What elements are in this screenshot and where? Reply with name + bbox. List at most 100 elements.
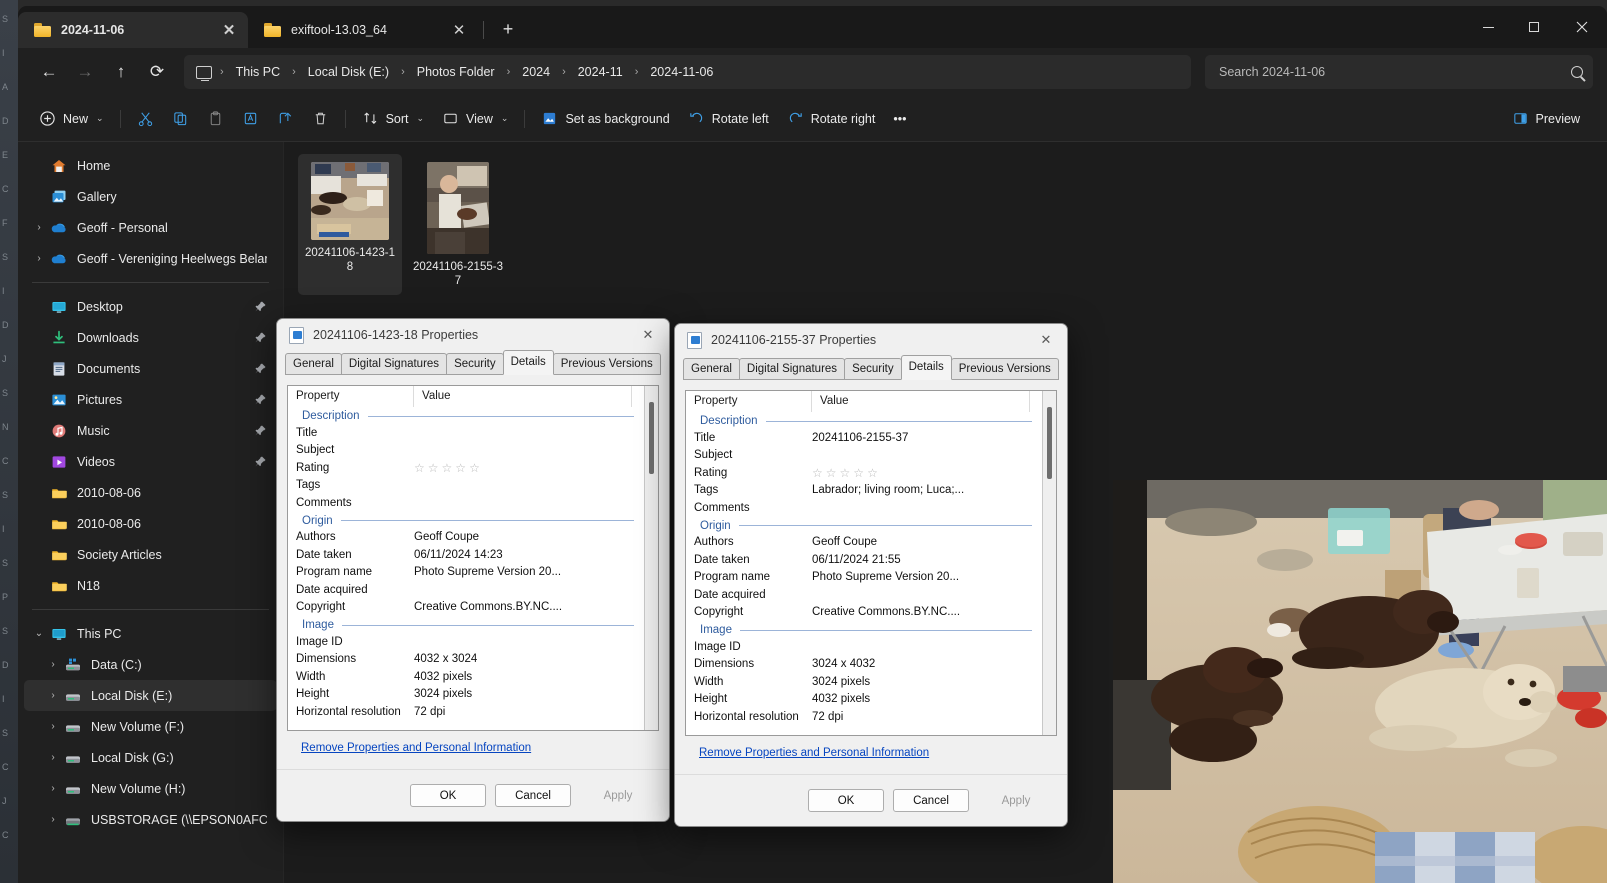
desktop-shortcut[interactable]: P xyxy=(2,592,16,602)
sidebar-item-geoff-personal[interactable]: › Geoff - Personal xyxy=(24,212,277,243)
apply-button[interactable]: Apply xyxy=(580,784,656,807)
sort-button[interactable]: Sort ⌄ xyxy=(353,103,433,135)
pin-icon[interactable] xyxy=(254,455,267,468)
pin-icon[interactable] xyxy=(254,362,267,375)
chevron-right-icon[interactable]: › xyxy=(44,752,62,763)
property-value[interactable]: 3024 x 4032 xyxy=(812,658,1042,670)
property-value[interactable]: Creative Commons.BY.NC.... xyxy=(812,606,1042,618)
property-row[interactable]: Height 3024 pixels xyxy=(288,686,644,704)
property-row[interactable]: Program name Photo Supreme Version 20... xyxy=(686,569,1042,587)
sidebar-item-usbstorage-epson0afc85-x[interactable]: › USBSTORAGE (\\EPSON0AFC85) (X:) xyxy=(24,804,277,835)
dialog-tab-security[interactable]: Security xyxy=(844,357,902,380)
property-list[interactable]: Property Value Description Title Subject… xyxy=(287,385,659,731)
up-button[interactable]: ↑ xyxy=(104,55,138,89)
desktop-shortcut[interactable]: D xyxy=(2,320,16,330)
property-value[interactable]: 4032 pixels xyxy=(812,693,1042,705)
desktop-shortcut[interactable]: D xyxy=(2,660,16,670)
property-row[interactable]: Width 3024 pixels xyxy=(686,673,1042,691)
property-row[interactable]: Comments xyxy=(288,494,644,512)
property-value[interactable]: ☆ ☆ ☆ ☆ ☆ xyxy=(414,462,644,474)
property-row[interactable]: Image ID xyxy=(686,638,1042,656)
desktop-shortcut[interactable]: D xyxy=(2,116,16,126)
chevron-right-icon[interactable]: › xyxy=(44,783,62,794)
desktop-shortcut[interactable]: C xyxy=(2,456,16,466)
star-icon[interactable]: ☆ xyxy=(414,462,425,474)
cancel-button[interactable]: Cancel xyxy=(893,789,969,812)
property-row[interactable]: Horizontal resolution 72 dpi xyxy=(288,703,644,721)
explorer-tab-2[interactable]: exiftool-13.03_64 ✕ xyxy=(248,12,478,48)
apply-button[interactable]: Apply xyxy=(978,789,1054,812)
cancel-button[interactable]: Cancel xyxy=(495,784,571,807)
desktop-shortcut[interactable]: C xyxy=(2,830,16,840)
star-icon[interactable]: ☆ xyxy=(826,467,837,479)
more-options-button[interactable]: ••• xyxy=(884,103,915,135)
desktop-shortcut[interactable]: C xyxy=(2,184,16,194)
dialog-tab-details[interactable]: Details xyxy=(900,354,952,380)
file-item-0[interactable]: 20241106-1423-18 xyxy=(298,154,402,295)
star-icon[interactable]: ☆ xyxy=(840,467,851,479)
sidebar-item-documents[interactable]: Documents xyxy=(24,353,277,384)
forward-button[interactable]: → xyxy=(68,55,102,89)
maximize-button[interactable] xyxy=(1511,6,1557,48)
chevron-right-icon[interactable]: › xyxy=(30,222,48,233)
property-row[interactable]: Copyright Creative Commons.BY.NC.... xyxy=(288,599,644,617)
property-value[interactable]: Labrador; living room; Luca;... xyxy=(812,484,1042,496)
sidebar-item-music[interactable]: Music xyxy=(24,415,277,446)
dialog-tab-general[interactable]: General xyxy=(285,352,342,375)
scrollbar-thumb[interactable] xyxy=(649,402,654,474)
property-row[interactable]: Comments xyxy=(686,499,1042,517)
new-tab-button[interactable]: + xyxy=(493,14,523,44)
property-row[interactable]: Date acquired xyxy=(686,586,1042,604)
property-value[interactable]: Photo Supreme Version 20... xyxy=(812,571,1042,583)
desktop-shortcut[interactable]: J xyxy=(2,796,16,806)
desktop-shortcut[interactable]: C xyxy=(2,762,16,772)
sidebar-item-n18[interactable]: N18 xyxy=(24,570,277,601)
property-row[interactable]: Horizontal resolution 72 dpi xyxy=(686,708,1042,726)
scrollbar-thumb[interactable] xyxy=(1047,407,1052,479)
star-icon[interactable]: ☆ xyxy=(428,462,439,474)
chevron-right-icon[interactable]: › xyxy=(44,659,62,670)
desktop-shortcut[interactable]: I xyxy=(2,48,16,58)
breadcrumb-item-3[interactable]: 2024 xyxy=(514,61,558,83)
remove-properties-link[interactable]: Remove Properties and Personal Informati… xyxy=(699,747,929,759)
sidebar-item-desktop[interactable]: Desktop xyxy=(24,291,277,322)
desktop-shortcut[interactable]: I xyxy=(2,694,16,704)
dialog-tab-security[interactable]: Security xyxy=(446,352,504,375)
property-row[interactable]: Title 20241106-2155-37 xyxy=(686,429,1042,447)
desktop-shortcut[interactable]: J xyxy=(2,354,16,364)
star-icon[interactable]: ☆ xyxy=(442,462,453,474)
breadcrumb-item-0[interactable]: This PC xyxy=(228,61,288,83)
property-row[interactable]: Dimensions 4032 x 3024 xyxy=(288,651,644,669)
sidebar-item-2010-08-06[interactable]: 2010-08-06 xyxy=(24,508,277,539)
dialog-tab-digital-signatures[interactable]: Digital Signatures xyxy=(340,352,448,375)
property-value[interactable]: 20241106-2155-37 xyxy=(812,432,1042,444)
breadcrumb[interactable]: › This PC › Local Disk (E:) › Photos Fol… xyxy=(184,55,1191,89)
pin-icon[interactable] xyxy=(254,424,267,437)
dialog-tab-details[interactable]: Details xyxy=(502,349,554,375)
dialog-close-button[interactable]: ✕ xyxy=(1029,325,1063,355)
breadcrumb-item-5[interactable]: 2024-11-06 xyxy=(642,61,721,83)
properties-dialog-1[interactable]: 20241106-1423-18 Properties ✕ General Dig… xyxy=(276,318,670,822)
refresh-button[interactable]: ⟳ xyxy=(140,55,174,89)
star-icon[interactable]: ☆ xyxy=(867,467,878,479)
sidebar-item-downloads[interactable]: Downloads xyxy=(24,322,277,353)
ok-button[interactable]: OK xyxy=(410,784,486,807)
sidebar-item-local-disk-e[interactable]: › Local Disk (E:) xyxy=(24,680,277,711)
property-row[interactable]: Date taken 06/11/2024 21:55 xyxy=(686,551,1042,569)
star-icon[interactable]: ☆ xyxy=(812,467,823,479)
dialog-title-bar[interactable]: 20241106-1423-18 Properties ✕ xyxy=(277,319,669,351)
rename-button[interactable] xyxy=(233,103,268,135)
desktop-shortcut[interactable]: S xyxy=(2,558,16,568)
close-window-button[interactable] xyxy=(1557,6,1607,48)
copy-button[interactable] xyxy=(163,103,198,135)
chevron-right-icon[interactable]: › xyxy=(44,721,62,732)
breadcrumb-item-4[interactable]: 2024-11 xyxy=(570,61,631,83)
desktop-shortcut[interactable]: S xyxy=(2,252,16,262)
property-value[interactable]: Geoff Coupe xyxy=(812,536,1042,548)
property-row[interactable]: Rating ☆ ☆ ☆ ☆ ☆ xyxy=(288,459,644,477)
new-button[interactable]: New ⌄ xyxy=(30,103,113,135)
property-row[interactable]: Copyright Creative Commons.BY.NC.... xyxy=(686,604,1042,622)
set-as-background-button[interactable]: Set as background xyxy=(532,103,678,135)
desktop-shortcut[interactable]: S xyxy=(2,626,16,636)
property-value[interactable]: ☆ ☆ ☆ ☆ ☆ xyxy=(812,467,1042,479)
